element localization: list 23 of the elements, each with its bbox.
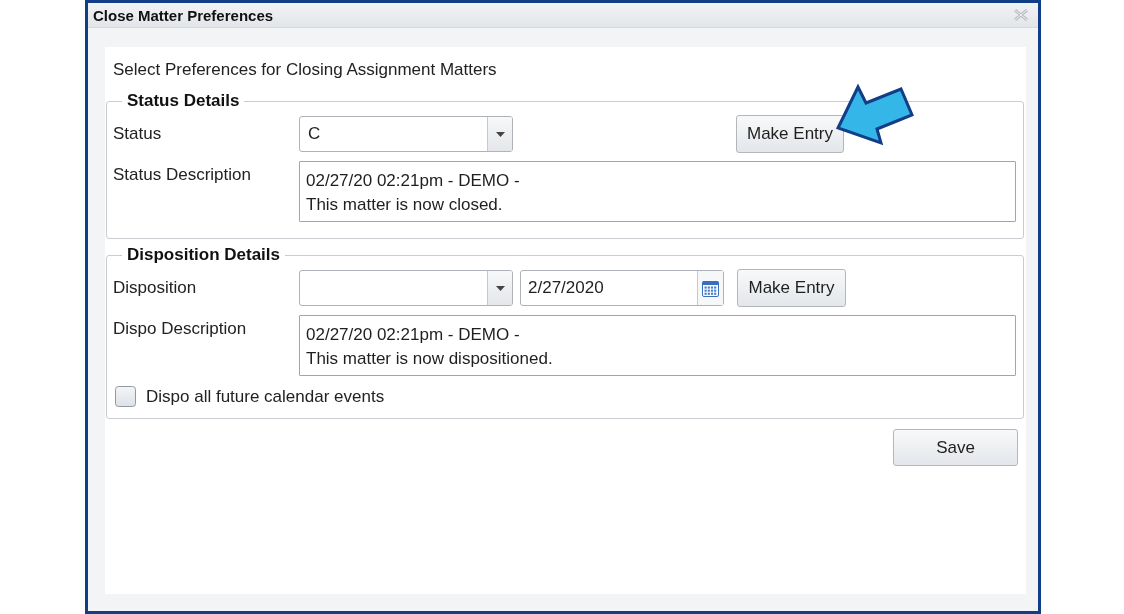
- window-title: Close Matter Preferences: [93, 6, 274, 24]
- group-title: Disposition Details: [126, 245, 282, 265]
- group-title: Status Details: [126, 91, 241, 111]
- make-entry-button[interactable]: Make Entry: [736, 115, 844, 153]
- caret-icon: [495, 131, 505, 137]
- disposition-dropdown[interactable]: [299, 270, 513, 306]
- status-dropdown[interactable]: C: [299, 116, 513, 152]
- save-button[interactable]: Save: [893, 429, 1018, 466]
- calendar-icon[interactable]: [702, 279, 719, 297]
- make-entry-button[interactable]: Make Entry: [737, 269, 846, 307]
- date-field[interactable]: 2/27/2020: [520, 270, 724, 306]
- dispo-description-label: Dispo Description: [113, 318, 248, 339]
- instruction-text: Select Preferences for Closing Assignment Matters: [113, 60, 497, 80]
- status-label: Status: [113, 124, 163, 144]
- checkbox-label: Dispo all future calendar events: [146, 386, 385, 407]
- checkbox[interactable]: [115, 386, 136, 407]
- status-description-field[interactable]: 02/27/20 02:21pm - DEMO - This matter is now closed.: [299, 161, 1016, 222]
- callout-arrow-icon: [834, 83, 916, 147]
- close-icon[interactable]: [1014, 9, 1028, 21]
- dispo-description-field[interactable]: 02/27/20 02:21pm - DEMO - This matter is now dispositioned.: [299, 315, 1016, 376]
- caret-icon: [495, 285, 505, 291]
- disposition-label: Disposition: [113, 278, 198, 298]
- status-description-label: Status Description: [113, 164, 252, 185]
